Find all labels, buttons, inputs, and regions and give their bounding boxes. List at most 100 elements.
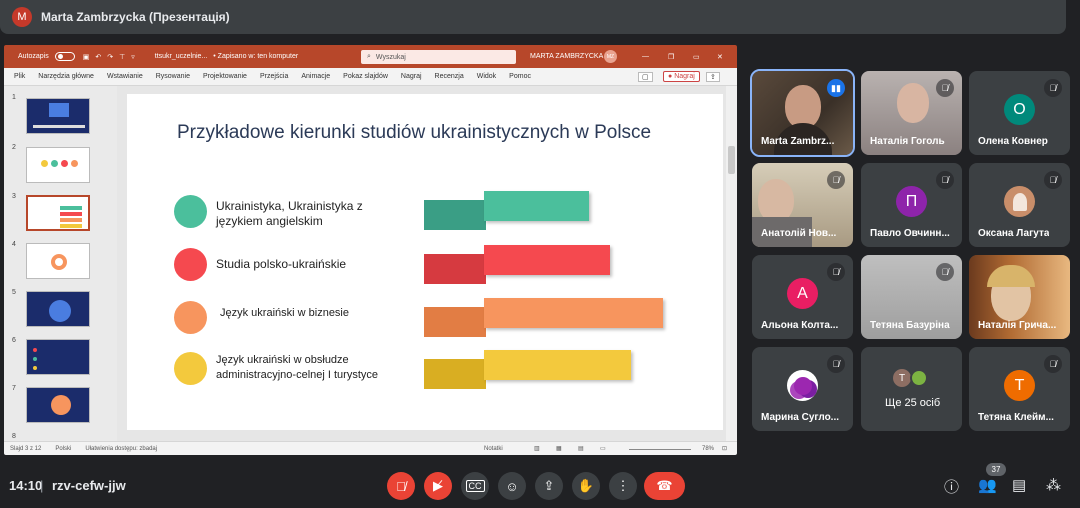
user-avatar[interactable]: MZ	[604, 50, 617, 63]
tab-review[interactable]: Recenzja	[435, 73, 464, 80]
accessibility-status[interactable]: Ułatwienia dostępu: zbadaj	[85, 446, 157, 452]
participant-avatar-photo	[1004, 186, 1035, 217]
redo-icon[interactable]: ↷	[107, 53, 113, 61]
customize-icon[interactable]: ▿	[131, 53, 135, 61]
slide-thumbnail-4[interactable]	[26, 243, 90, 279]
ribbon-display-icon[interactable]: ▭	[693, 53, 700, 61]
participant-avatar: О	[1004, 94, 1035, 125]
slide-number: 8	[12, 433, 16, 440]
slideshow-view-icon[interactable]: ▭	[600, 445, 606, 452]
save-icon[interactable]: ▣	[83, 53, 90, 61]
participant-tile[interactable]: 🎙̸ Тетяна Базуріна	[861, 255, 962, 339]
share-icon[interactable]: ⇪	[706, 71, 720, 82]
tab-record[interactable]: Nagraj	[401, 73, 422, 80]
participant-name: Олена Ковнер	[978, 136, 1048, 147]
slide-number: 3	[12, 193, 16, 200]
participant-tile[interactable]: А 🎙̸ Альона Колта...	[752, 255, 853, 339]
raise-hand-button[interactable]: ✋	[572, 472, 600, 500]
close-icon[interactable]: ✕	[717, 53, 723, 61]
mic-off-icon: 🎙̸	[396, 478, 406, 494]
bar-back-2	[424, 254, 486, 284]
activities-icon[interactable]: ⁂	[1046, 476, 1061, 494]
participant-name: Альона Колта...	[761, 320, 839, 331]
tab-slideshow[interactable]: Pokaz slajdów	[343, 73, 388, 80]
more-vert-icon: ⋮	[616, 478, 630, 493]
zoom-level[interactable]: 78%	[702, 446, 714, 452]
chat-icon[interactable]: ▤	[1012, 476, 1026, 494]
tab-design[interactable]: Projektowanie	[203, 73, 247, 80]
fit-to-window-icon[interactable]: ⊡	[722, 445, 727, 452]
tab-help[interactable]: Pomoc	[509, 73, 531, 80]
slide-thumbnail-1[interactable]	[26, 98, 90, 134]
participant-tile[interactable]: 🎙̸ Оксана Лагута	[969, 163, 1070, 247]
reading-view-icon[interactable]: ▤	[578, 445, 584, 452]
more-options-button[interactable]: ⋮	[609, 472, 637, 500]
mic-off-icon: 🎙̸	[1044, 171, 1062, 189]
mic-off-button[interactable]: 🎙̸	[387, 472, 415, 500]
bar-front-2	[484, 245, 610, 275]
bullet-dot-4	[174, 352, 207, 385]
meeting-time: 14:10	[9, 478, 43, 493]
participant-name: Павло Овчинн...	[870, 228, 950, 239]
zoom-slider[interactable]	[629, 449, 691, 450]
participant-tile[interactable]: Наталія Грича...	[969, 255, 1070, 339]
user-name: MARTA ZAMBRZYCKA	[530, 53, 604, 60]
tab-draw[interactable]: Rysowanie	[156, 73, 190, 80]
tab-home[interactable]: Narzędzia główne	[38, 73, 94, 80]
bullet-dot-1	[174, 195, 207, 228]
participant-tile[interactable]: 🎙̸ Марина Сугло...	[752, 347, 853, 431]
tab-file[interactable]: Plik	[14, 73, 25, 80]
tab-view[interactable]: Widok	[477, 73, 496, 80]
participant-tile[interactable]: ▮▮ Marta Zambrz...	[750, 69, 855, 157]
more-participants-label: Ще 25 осіб	[885, 397, 941, 409]
autosave-toggle[interactable]	[54, 52, 75, 61]
participant-tile[interactable]: О 🎙̸ Олена Ковнер	[969, 71, 1070, 155]
bar-back-1	[424, 200, 486, 230]
current-slide[interactable]: Przykładowe kierunki studiów ukrainistyc…	[127, 94, 723, 430]
slide-thumbnail-3[interactable]	[26, 195, 90, 231]
slide-thumbnail-5[interactable]	[26, 291, 90, 327]
notes-button[interactable]: Notatki	[484, 446, 503, 452]
slide-thumbnail-6[interactable]	[26, 339, 90, 375]
info-icon[interactable]: ⓘ	[944, 476, 959, 497]
tab-insert[interactable]: Wstawianie	[107, 73, 143, 80]
captions-icon: CC	[465, 480, 485, 492]
reactions-button[interactable]: ☺	[498, 472, 526, 500]
participant-tile[interactable]: 🎙̸ Наталія Гоголь	[861, 71, 962, 155]
mini-avatar: Т	[893, 369, 911, 387]
record-button[interactable]: ● Nagraj	[663, 71, 700, 82]
saved-status[interactable]: • Zapisano w: ten komputer	[213, 53, 298, 60]
tab-animations[interactable]: Animacje	[301, 73, 330, 80]
people-icon[interactable]: 👥	[978, 476, 997, 494]
tab-transitions[interactable]: Przejścia	[260, 73, 288, 80]
comments-icon[interactable]: ▢	[638, 71, 653, 82]
participant-tile[interactable]: Т 🎙̸ Тетяна Клейм...	[969, 347, 1070, 431]
vertical-scrollbar[interactable]	[726, 86, 737, 441]
normal-view-icon[interactable]: ▥	[534, 445, 540, 452]
slide-thumbnail-2[interactable]	[26, 147, 90, 183]
slide-thumbnail-7[interactable]	[26, 387, 90, 423]
slide-counter: Slajd 3 z 12	[10, 445, 42, 452]
more-participants-tile[interactable]: Т Ще 25 осіб	[861, 347, 962, 431]
captions-button[interactable]: CC	[461, 472, 489, 500]
leave-call-button[interactable]: ☎	[644, 472, 685, 500]
scrollbar-thumb[interactable]	[728, 146, 735, 174]
restore-icon[interactable]: ❐	[668, 53, 674, 61]
participant-name: Анатолій Нов...	[761, 228, 837, 239]
mic-off-icon: 🎙̸	[1044, 355, 1062, 373]
undo-icon[interactable]: ↶	[95, 53, 101, 61]
participant-avatar: А	[787, 278, 818, 309]
search-input[interactable]: ⌕ Wyszukaj	[361, 50, 516, 64]
sorter-view-icon[interactable]: ▦	[556, 445, 562, 452]
present-icon[interactable]: ⊤	[119, 53, 125, 61]
slide-number: 7	[12, 385, 16, 392]
slide-item-4: Język ukraiński w obsłudze administracyj…	[216, 354, 379, 381]
minimize-icon[interactable]: —	[642, 53, 649, 60]
present-button[interactable]: ⇪	[535, 472, 563, 500]
participant-tile[interactable]: П 🎙̸ Павло Овчинн...	[861, 163, 962, 247]
camera-off-button[interactable]: ▶̸	[424, 472, 452, 500]
language-status[interactable]: Polski	[55, 446, 71, 452]
slide-thumbnails[interactable]: 1 2 3 4 5 6 7 8	[4, 86, 117, 441]
participant-name: Наталія Грича...	[978, 320, 1057, 331]
participant-tile[interactable]: 🎙̸ Анатолій Нов...	[752, 163, 853, 247]
